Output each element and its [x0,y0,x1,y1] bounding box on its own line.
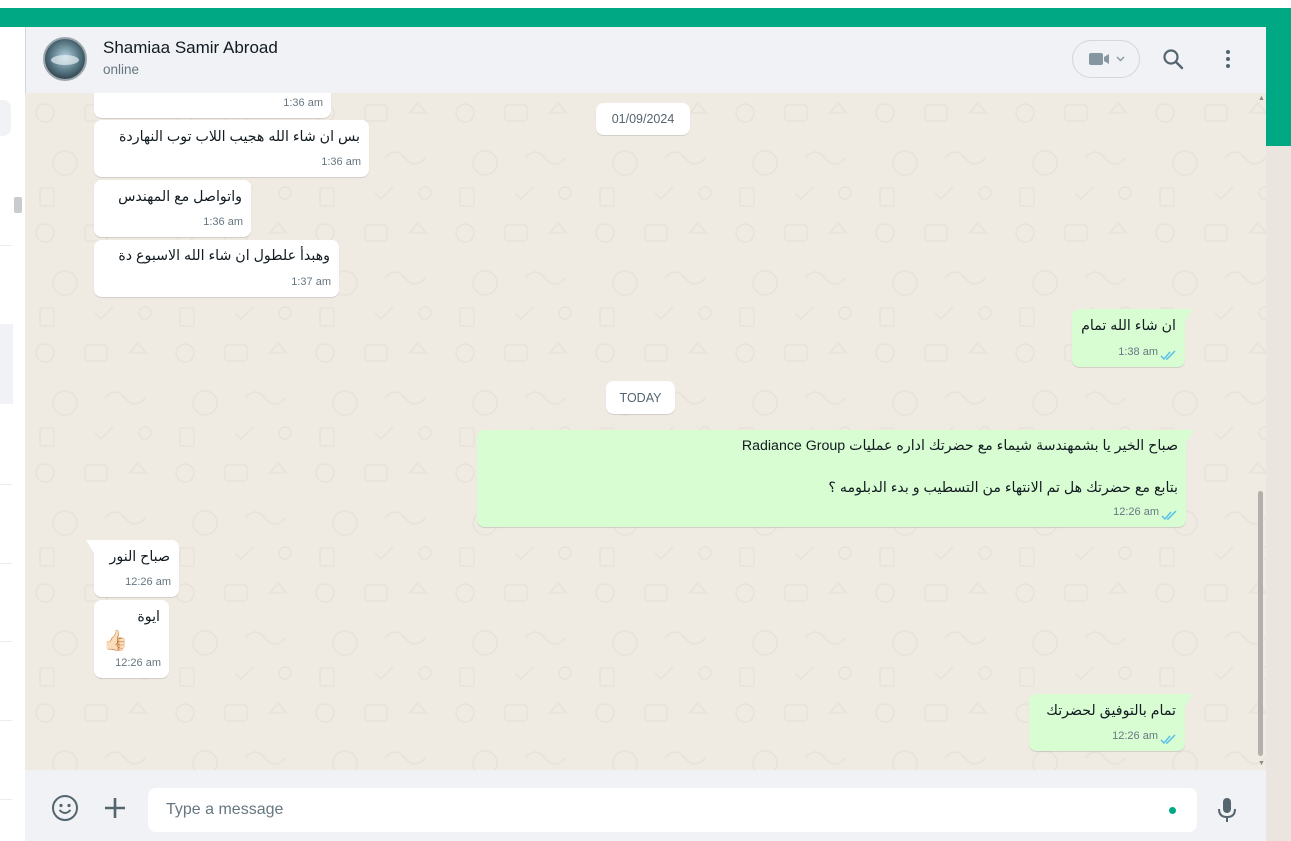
message-time: 12:26 am [1113,506,1159,518]
bubble-tail [1185,309,1193,322]
search-icon [1163,49,1184,70]
chat-list-divider [0,484,12,485]
attach-plus-icon [105,798,125,818]
chat-list-divider [0,563,12,564]
search-button[interactable] [1155,41,1191,77]
bubble-tail [1185,694,1193,707]
message-bubble-incoming[interactable]: وهبدأ علطول ان شاء الله الاسبوع دة 1:37 … [94,240,339,297]
chat-scrollbar[interactable]: ▲ ▼ [1256,93,1266,770]
message-bubble-incoming[interactable]: صباح النور 12:26 am [86,540,179,597]
compose-bar [25,770,1266,841]
read-ticks-icon [1160,734,1176,745]
right-gutter [1266,146,1291,841]
video-call-icon [1088,53,1109,65]
scroll-up-arrow-icon[interactable]: ▲ [1258,95,1265,102]
video-call-button[interactable] [1072,40,1140,78]
read-ticks-icon [1161,510,1177,521]
date-separator: 01/09/2024 [596,103,690,135]
app-accent-bar [0,8,1291,27]
message-time: 1:37 am [291,276,331,288]
message-bubble-incoming[interactable]: واتواصل مع المهندس 1:36 am [94,180,251,237]
scroll-down-arrow-icon[interactable]: ▼ [1258,760,1265,767]
voice-message-button[interactable] [1209,792,1245,828]
message-text: ان شاء الله تمام [1081,318,1176,334]
contact-avatar[interactable] [43,37,87,81]
message-text: وهبدأ علطول ان شاء الله الاسبوع دة [118,248,330,264]
input-status-dot [1169,807,1176,814]
message-text: بس ان شاء الله هجيب اللاب توب النهاردة [118,129,360,145]
message-time: 1:36 am [321,156,361,168]
contact-name[interactable]: Shamiaa Samir Abroad [103,38,278,58]
chat-list-divider [0,799,12,800]
attach-button[interactable] [97,790,133,826]
message-bubble-incoming[interactable]: بس ان شاء الله هجيب اللاب توب النهاردة 1… [94,120,369,177]
chat-list-divider [0,245,12,246]
bubble-tail [1186,430,1194,443]
message-bubble-outgoing[interactable]: ان شاء الله تمام 1:38 am [1072,309,1193,367]
lock-icon [14,197,22,213]
date-separator: TODAY [606,381,675,414]
conversation-header: Shamiaa Samir Abroad online [25,27,1266,93]
bubble-tail [86,540,94,553]
scrollbar-thumb[interactable] [1258,491,1263,756]
window-top-strip [0,0,1291,8]
message-input-box[interactable] [148,788,1197,832]
chat-list-search-edge[interactable] [0,100,11,136]
chat-list-divider [0,720,12,721]
message-text: واتواصل مع المهندس [118,189,242,205]
emoji-button[interactable] [47,790,83,826]
emoji-icon [52,795,78,821]
chat-list-divider [0,641,12,642]
menu-button[interactable] [1210,41,1246,77]
message-text: تمام بالتوفيق لحضرتك [1046,703,1176,719]
message-text: ايوة [137,609,160,625]
message-time: 12:26 am [1112,730,1158,742]
message-bubble-incoming[interactable]: ايوة 👍🏻 12:26 am [94,600,169,678]
message-bubble-incoming[interactable]: 1:36 am [94,93,331,118]
message-time: 12:26 am [125,576,171,588]
message-text-line: صباح الخير يا بشمهندسة شيماء مع حضرتك اد… [741,438,1178,454]
message-time: 1:38 am [1118,346,1158,358]
menu-icon [1226,50,1230,68]
read-ticks-icon [1160,350,1176,361]
message-input[interactable] [166,788,1146,832]
message-bubble-outgoing[interactable]: صباح الخير يا بشمهندسة شيماء مع حضرتك اد… [477,430,1194,527]
contact-status: online [103,62,140,77]
message-time: 1:36 am [203,216,243,228]
chat-list-panel [0,27,25,841]
microphone-icon [1218,798,1236,822]
app-accent-side [1266,27,1291,146]
message-text-line: بتابع مع حضرتك هل تم الانتهاء من التسطيب… [828,480,1178,496]
thumbs-up-emoji: 👍🏻 [103,630,128,652]
message-bubble-outgoing[interactable]: تمام بالتوفيق لحضرتك 12:26 am [1029,694,1193,751]
chevron-down-icon [1116,56,1124,62]
chat-list-item-selected[interactable] [0,324,13,404]
message-time: 1:36 am [283,97,323,109]
message-list[interactable]: 01/09/2024 1:36 am بس ان شاء الله هجيب ا… [25,93,1266,770]
message-text: صباح النور [109,549,170,565]
message-time: 12:26 am [115,657,161,669]
